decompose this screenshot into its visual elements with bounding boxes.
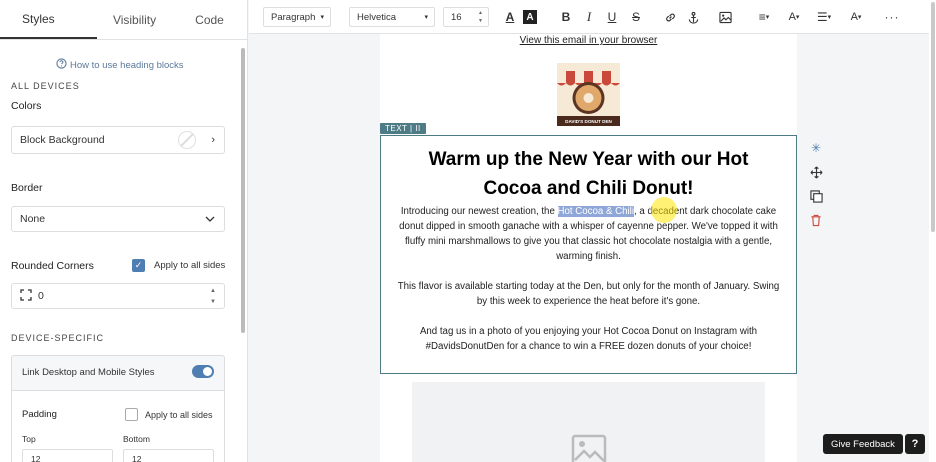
tab-styles[interactable]: Styles [0, 0, 97, 39]
border-value: None [20, 213, 46, 225]
top-label: Top [22, 434, 36, 444]
padding-apply-all[interactable]: Apply to all sides [125, 408, 213, 421]
editor-canvas: View this email in your browser DAVID'S … [249, 34, 929, 462]
colors-label: Colors [11, 100, 42, 112]
text-color-icon[interactable]: A [501, 8, 519, 26]
block-type-select[interactable]: Paragraph ▾ [263, 7, 331, 27]
color-swatch[interactable] [178, 131, 196, 149]
settings-sidebar: Styles Visibility Code How to use headin… [0, 0, 248, 462]
rounded-corners-value: 0 [38, 290, 44, 302]
corner-radius-icon [20, 288, 32, 304]
font-size-input[interactable]: 16 ▲ ▼ [443, 7, 489, 27]
rounded-corners-label: Rounded Corners [11, 260, 94, 272]
underline-icon[interactable]: U [603, 8, 621, 26]
canvas-scrollbar[interactable] [931, 2, 935, 232]
padding-top-input[interactable]: 12 [22, 449, 113, 462]
padding-apply-all-label: Apply to all sides [145, 409, 213, 420]
block-background-field[interactable]: Block Background › [11, 126, 225, 154]
tab-code[interactable]: Code [172, 0, 247, 39]
padding-bottom-value: 12 [132, 454, 142, 462]
rounded-apply-all-label: Apply to all sides [154, 260, 226, 271]
paragraph-instagram[interactable]: And tag us in a photo of you enjoying yo… [381, 324, 796, 354]
bottom-label: Bottom [123, 434, 150, 444]
padding-label: Padding [22, 409, 57, 420]
selected-text-block[interactable]: Warm up the New Year with our Hot Cocoa … [380, 135, 797, 374]
line-height-icon[interactable]: ☰ ▾ [811, 8, 837, 26]
stepper-arrows-icon[interactable]: ▲ ▼ [478, 9, 483, 25]
paragraph-intro[interactable]: Introducing our newest creation, the Hot… [381, 204, 796, 264]
highlight-color-icon[interactable]: A [523, 10, 537, 24]
padding-bottom-input[interactable]: 12 [123, 449, 214, 462]
selected-text[interactable]: Hot Cocoa & Chili [557, 206, 634, 217]
border-label: Border [11, 182, 43, 194]
link-styles-toggle[interactable] [192, 365, 214, 378]
view-in-browser-link[interactable]: View this email in your browser [380, 35, 797, 46]
block-type-tag: TEXT | II [380, 123, 426, 134]
donut-logo[interactable]: DAVID'S DONUT DEN [557, 63, 620, 126]
padding-panel: Padding Apply to all sides Top Bottom 12… [12, 390, 224, 462]
sidebar-tabs: Styles Visibility Code [0, 0, 247, 40]
block-background-label: Block Background [20, 134, 105, 146]
text-transform-icon[interactable]: A ▾ [843, 8, 869, 26]
help-button[interactable]: ? [905, 434, 925, 454]
rounded-corners-input[interactable]: 0 ▲ ▼ [11, 283, 225, 309]
paragraph-availability[interactable]: This flavor is available starting today … [381, 279, 796, 309]
block-type-value: Paragraph [271, 11, 316, 23]
chevron-down-icon [205, 213, 215, 225]
help-circle-icon [56, 58, 67, 72]
more-options-icon[interactable]: ··· [881, 8, 903, 26]
give-feedback-button[interactable]: Give Feedback [823, 434, 903, 454]
cursor-highlight [651, 197, 677, 223]
device-specific-panel: Link Desktop and Mobile Styles Padding A… [11, 355, 225, 462]
image-placeholder[interactable] [412, 382, 765, 462]
text-toolbar: Paragraph ▾ Helvetica ▾ 16 ▲ ▼ A A B I U … [249, 0, 929, 34]
link-styles-label: Link Desktop and Mobile Styles [22, 367, 155, 378]
all-devices-heading: ALL DEVICES [11, 81, 80, 91]
link-icon[interactable] [661, 8, 679, 26]
strikethrough-icon[interactable]: S [627, 8, 645, 26]
help-link-label: How to use heading blocks [70, 59, 184, 71]
block-action-rail: ✳ [804, 140, 828, 240]
rounded-apply-all[interactable]: ✓ Apply to all sides [132, 259, 225, 272]
font-family-value: Helvetica [357, 11, 397, 23]
border-select[interactable]: None [11, 206, 225, 232]
bold-icon[interactable]: B [557, 8, 575, 26]
font-family-select[interactable]: Helvetica ▾ [349, 7, 435, 27]
help-link[interactable]: How to use heading blocks [56, 58, 184, 72]
email-heading[interactable]: Warm up the New Year with our Hot Cocoa … [381, 145, 796, 203]
image-icon[interactable] [716, 8, 734, 26]
padding-apply-all-checkbox[interactable] [125, 408, 138, 421]
delete-icon[interactable] [808, 212, 824, 228]
chevron-down-icon: ▾ [320, 14, 324, 21]
intro-text-before: Introducing our newest creation, the [400, 206, 558, 217]
email-body: View this email in your browser DAVID'S … [380, 34, 797, 462]
sidebar-scrollbar[interactable] [241, 48, 245, 333]
stepper-arrows-icon[interactable]: ▲ ▼ [210, 286, 216, 308]
italic-icon[interactable]: I [580, 8, 598, 26]
chevron-down-icon: ▾ [424, 14, 428, 21]
duplicate-icon[interactable] [808, 188, 824, 204]
chevron-right-icon: › [211, 134, 215, 146]
sparkle-icon[interactable]: ✳ [808, 140, 824, 156]
image-placeholder-icon [571, 434, 607, 462]
font-style-icon[interactable]: A ▾ [781, 8, 807, 26]
font-size-value: 16 [451, 11, 462, 23]
rounded-apply-all-checkbox[interactable]: ✓ [132, 259, 145, 272]
padding-top-value: 12 [31, 454, 41, 462]
align-icon[interactable]: ≡ ▾ [751, 8, 777, 26]
logo-text: DAVID'S DONUT DEN [565, 119, 612, 124]
device-specific-heading: DEVICE-SPECIFIC [11, 333, 105, 343]
anchor-icon[interactable] [684, 8, 702, 26]
tab-visibility[interactable]: Visibility [97, 0, 172, 39]
move-icon[interactable] [808, 164, 824, 180]
